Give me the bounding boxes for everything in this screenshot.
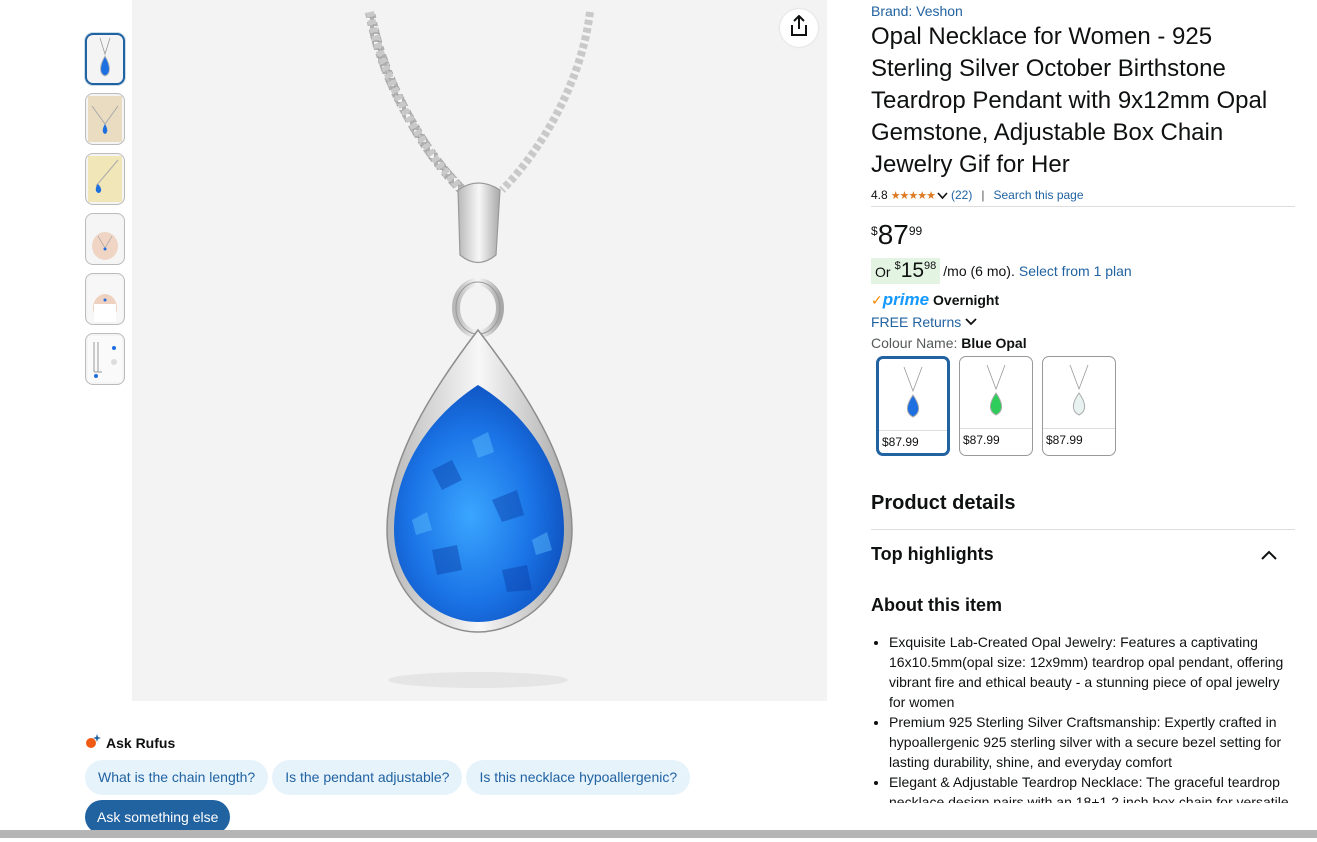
divider: |	[981, 188, 985, 202]
free-returns-label: FREE Returns	[871, 314, 962, 330]
product-details-heading: Product details	[871, 492, 1295, 530]
product-title: Opal Necklace for Women - 925 Sterling S…	[871, 23, 1268, 178]
main-product-image[interactable]	[132, 0, 827, 701]
rufus-heading: Ask Rufus	[85, 733, 690, 752]
monthly-payment-row: Or $ 15 98 /mo (6 mo). Select from 1 pla…	[871, 258, 1295, 284]
swatch-white-opal[interactable]: $87.99	[1042, 356, 1116, 456]
free-returns-link[interactable]: FREE Returns	[871, 314, 1295, 330]
rating-value: 4.8	[871, 188, 888, 202]
list-item: Exquisite Lab-Created Opal Jewelry: Feat…	[889, 632, 1295, 712]
product-info: Brand: Veshon Opal Necklace for Women - …	[871, 0, 1295, 803]
ask-something-else-button[interactable]: Ask something else	[85, 800, 231, 834]
price: $ 87 99	[871, 220, 1295, 250]
review-count-link[interactable]: (22)	[951, 188, 972, 202]
swatch-blue-opal[interactable]: $87.99	[876, 356, 950, 456]
share-icon	[789, 14, 809, 42]
monthly-price-badge: Or $ 15 98	[871, 258, 941, 284]
prime-logo: prime	[882, 290, 930, 309]
chevron-up-icon	[1261, 544, 1277, 565]
colour-name-row: Colour Name: Blue Opal	[871, 335, 1295, 351]
chevron-down-icon	[965, 314, 977, 330]
chevron-down-icon[interactable]	[937, 190, 948, 201]
search-this-page-link[interactable]: Search this page	[993, 188, 1083, 202]
thumbnail-pendant-blue[interactable]	[85, 33, 125, 85]
top-highlights-heading: Top highlights	[871, 544, 994, 564]
ask-rufus-section: Ask Rufus What is the chain length? Is t…	[85, 733, 691, 834]
thumbnail-strip	[85, 33, 125, 393]
about-bullets: Exquisite Lab-Created Opal Jewelry: Feat…	[871, 632, 1295, 803]
monthly-whole: 15	[900, 259, 925, 282]
rufus-icon	[85, 733, 101, 752]
list-item: Premium 925 Sterling Silver Craftsmanshi…	[889, 712, 1295, 772]
star-rating-icon[interactable]: ★★★★★	[891, 189, 936, 202]
share-button[interactable]	[780, 9, 818, 47]
rufus-question-chips: What is the chain length? Is the pendant…	[85, 760, 691, 795]
monthly-prefix: Or	[875, 264, 891, 280]
price-symbol: $	[871, 224, 878, 238]
list-item: Elegant & Adjustable Teardrop Necklace: …	[889, 772, 1295, 803]
rufus-title: Ask Rufus	[106, 734, 176, 751]
thumbnail-size-chart[interactable]	[85, 333, 125, 385]
swatch-image	[960, 357, 1032, 429]
rufus-question-chip[interactable]: Is the pendant adjustable?	[272, 760, 463, 795]
thumbnail-model-2[interactable]	[85, 273, 125, 325]
top-highlights-toggle[interactable]: Top highlights	[871, 544, 1295, 565]
about-bullets-container: Exquisite Lab-Created Opal Jewelry: Feat…	[871, 616, 1295, 803]
price-whole: 87	[877, 219, 909, 250]
swatch-image	[1043, 357, 1115, 429]
thumbnail-lifestyle-1[interactable]	[85, 93, 125, 145]
colour-label: Colour Name:	[871, 335, 958, 351]
prime-check-icon: ✓	[871, 291, 883, 308]
brand-link[interactable]: Brand: Veshon	[871, 3, 1295, 19]
swatch-price: $87.99	[963, 433, 1000, 447]
thumbnail-lifestyle-2[interactable]	[85, 153, 125, 205]
rufus-question-chip[interactable]: Is this necklace hypoallergenic?	[466, 760, 691, 795]
colour-swatches: $87.99 $87.99 $87.99	[876, 356, 1295, 456]
rufus-question-chip[interactable]: What is the chain length?	[85, 760, 269, 795]
monthly-suffix: /mo (6 mo).	[943, 263, 1015, 279]
about-this-item-heading: About this item	[871, 595, 1002, 615]
prime-delivery-row: ✓ prime Overnight	[871, 290, 1295, 310]
horizontal-scrollbar[interactable]	[0, 830, 1317, 838]
price-fraction: 99	[908, 224, 923, 238]
colour-value: Blue Opal	[961, 335, 1027, 351]
swatch-image	[879, 359, 947, 431]
swatch-green-opal[interactable]: $87.99	[959, 356, 1033, 456]
swatch-price: $87.99	[1046, 433, 1083, 447]
select-plan-link[interactable]: Select from 1 plan	[1019, 263, 1132, 279]
monthly-fraction: 98	[924, 260, 937, 272]
delivery-speed: Overnight	[933, 292, 1000, 308]
swatch-price: $87.99	[882, 435, 919, 449]
rating-row: 4.8 ★★★★★ (22) | Search this page	[871, 188, 1295, 207]
thumbnail-model-1[interactable]	[85, 213, 125, 265]
